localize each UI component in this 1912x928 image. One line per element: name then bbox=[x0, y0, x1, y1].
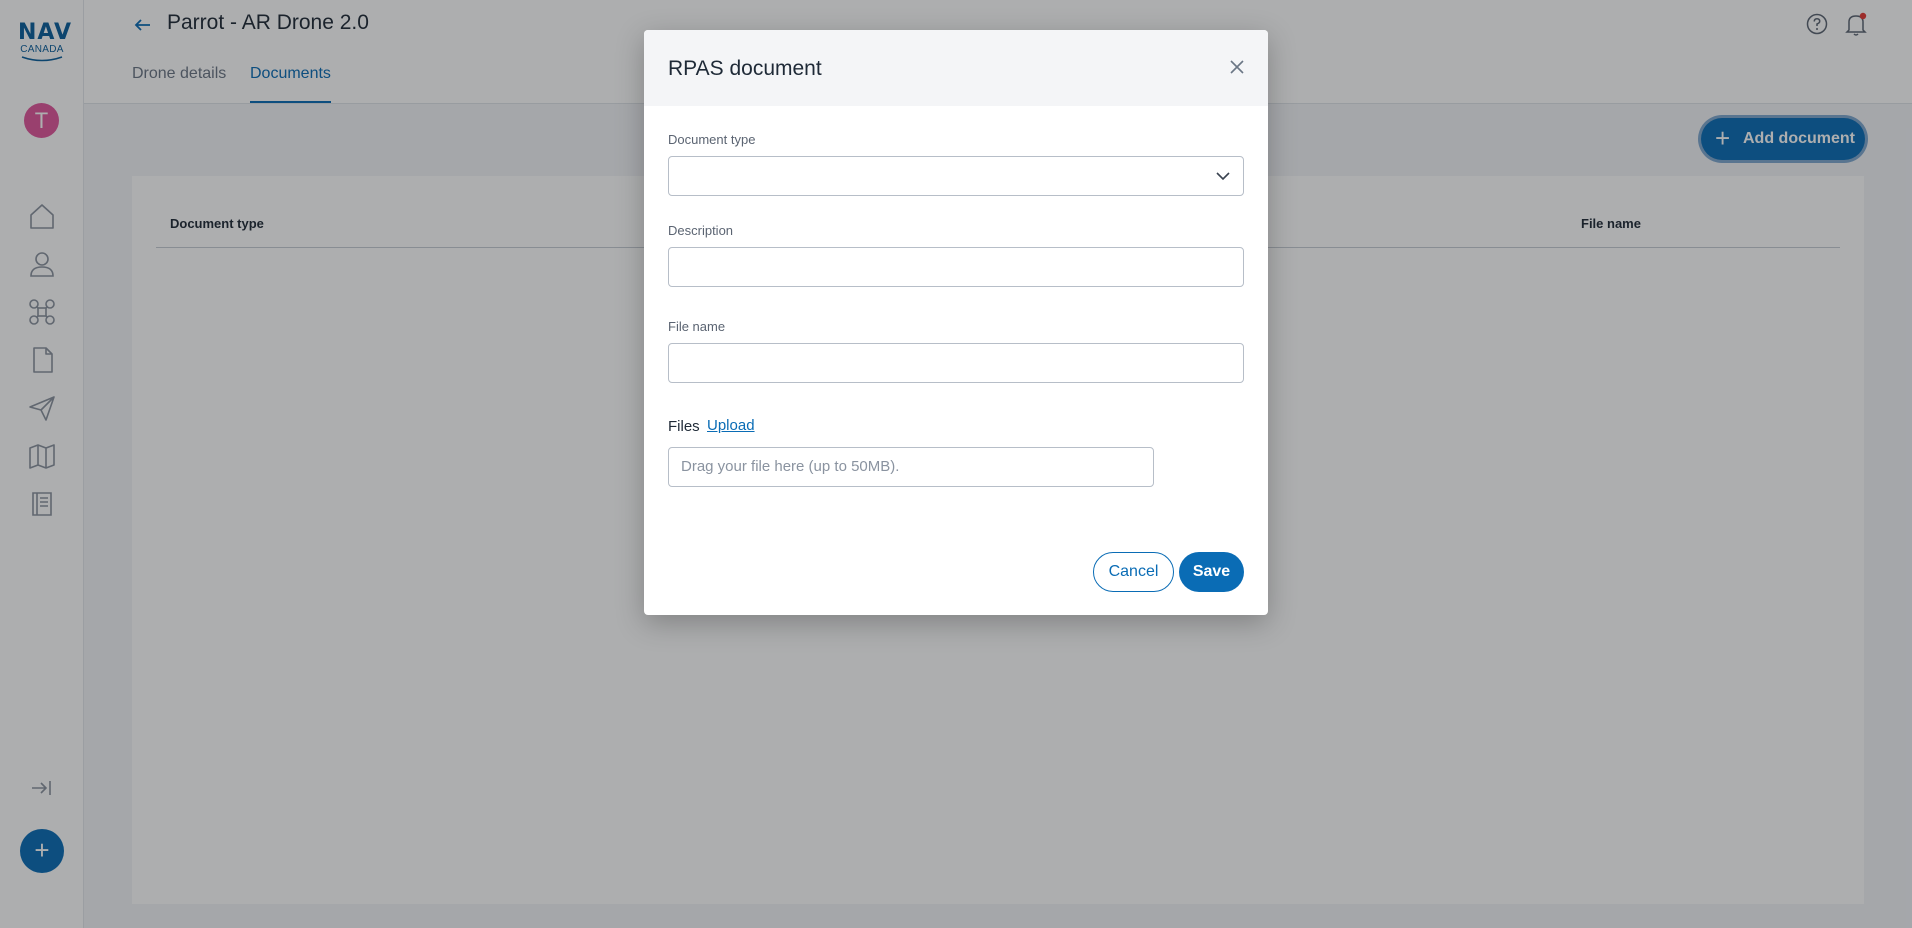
file-dropzone[interactable]: Drag your file here (up to 50MB). bbox=[668, 447, 1154, 487]
description-field[interactable] bbox=[668, 247, 1244, 287]
file-name-field[interactable] bbox=[668, 343, 1244, 383]
dialog-header: RPAS document bbox=[644, 30, 1268, 106]
upload-link[interactable]: Upload bbox=[707, 417, 755, 434]
chevron-down-icon bbox=[1216, 172, 1230, 181]
save-button[interactable]: Save bbox=[1179, 552, 1244, 592]
file-name-label: File name bbox=[668, 319, 726, 334]
close-icon[interactable] bbox=[1228, 58, 1246, 76]
description-label: Description bbox=[668, 223, 734, 238]
document-type-select[interactable] bbox=[668, 156, 1244, 196]
dialog-title: RPAS document bbox=[668, 57, 822, 80]
document-type-label: Document type bbox=[668, 132, 756, 147]
files-label: Files bbox=[668, 418, 700, 435]
rpas-document-dialog: RPAS document Document type Description … bbox=[644, 30, 1268, 615]
cancel-button[interactable]: Cancel bbox=[1093, 552, 1174, 592]
